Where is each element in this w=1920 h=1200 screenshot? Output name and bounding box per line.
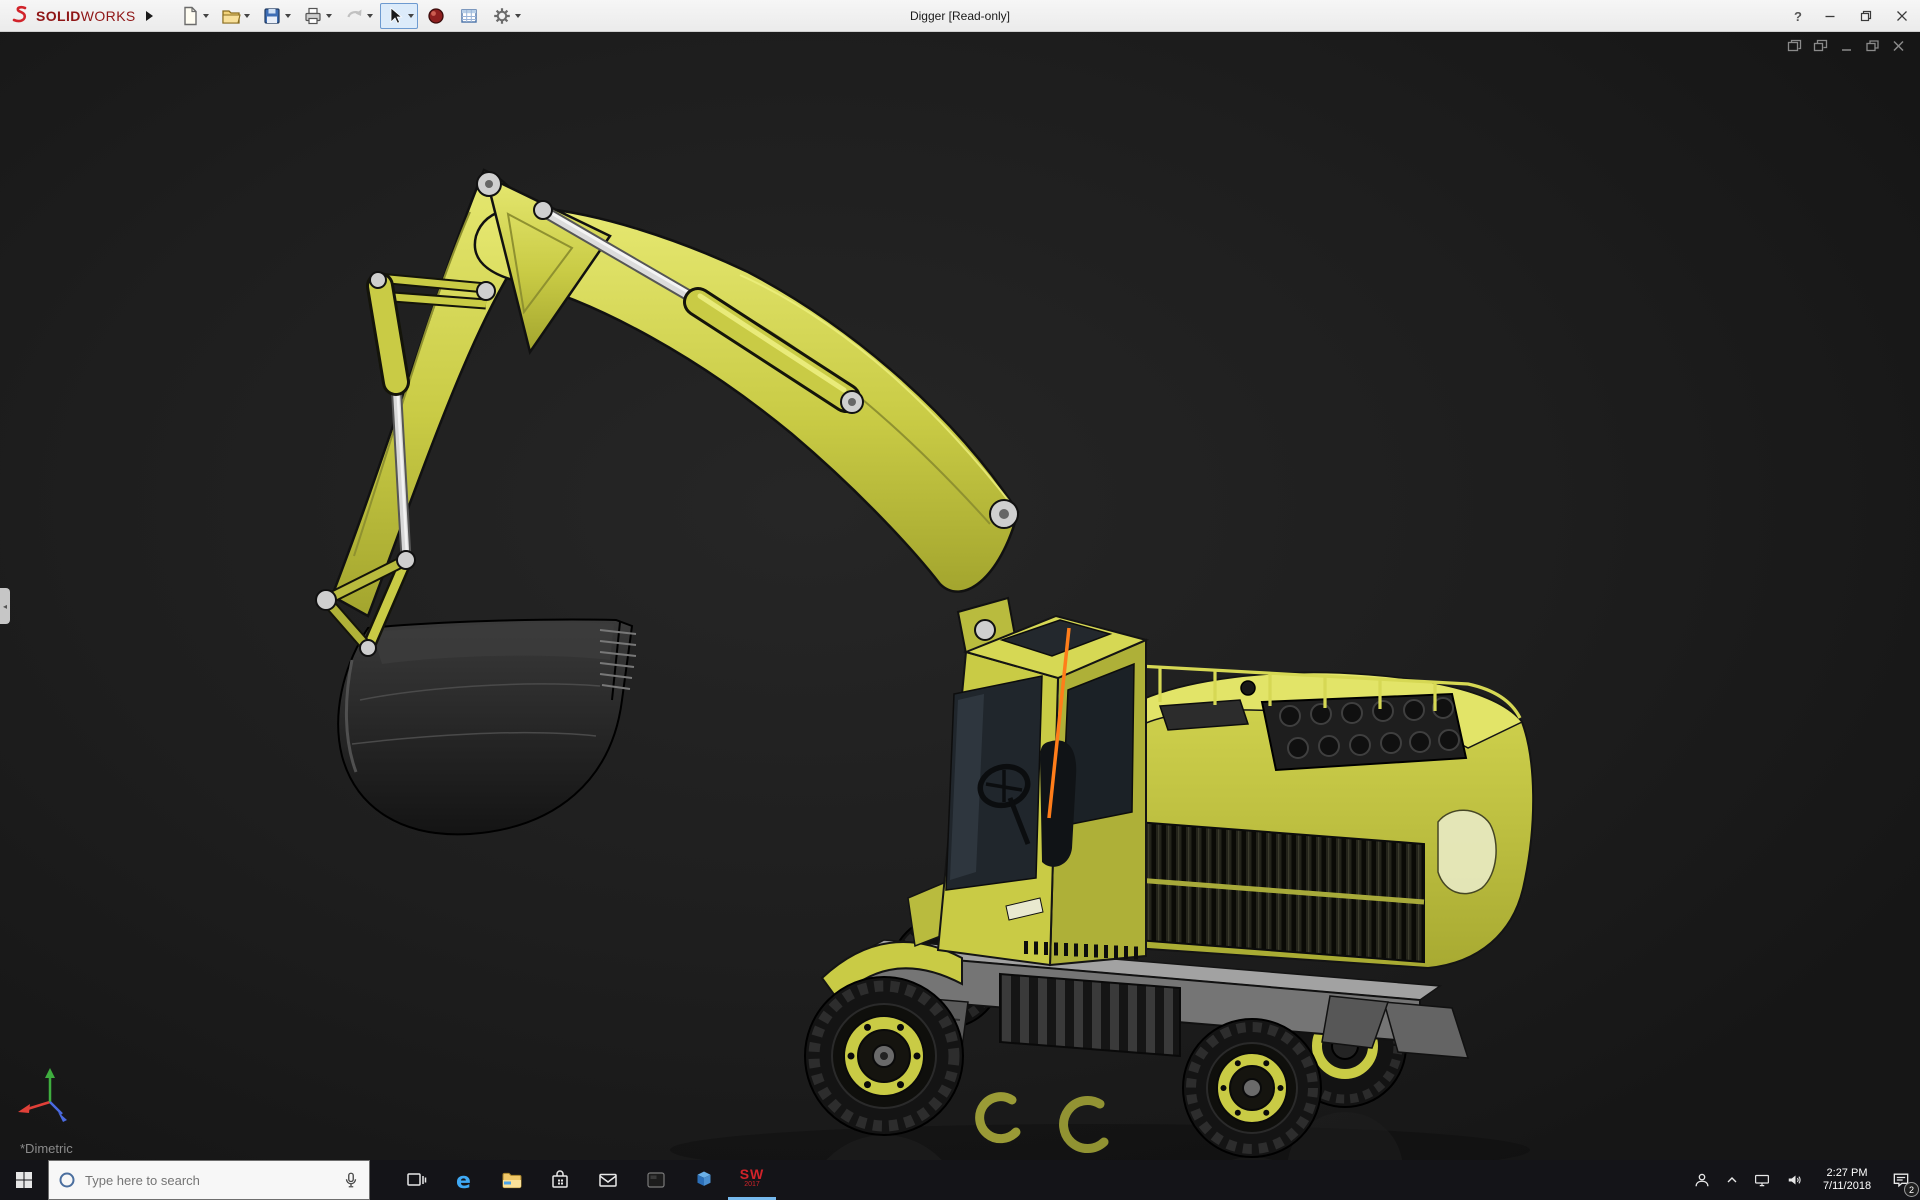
solidworks-logo: SOLIDWORKS	[0, 5, 136, 27]
system-tray: 2:27 PM 7/11/2018 2	[1692, 1160, 1920, 1200]
taskbar: e SW 201	[0, 1160, 1920, 1200]
doc-close-button[interactable]	[1891, 39, 1906, 53]
brand-light: WORKS	[80, 7, 136, 24]
feature-pane-collapse-tab[interactable]: ◂	[0, 588, 10, 624]
brand-text: SOLIDWORKS	[36, 8, 136, 24]
task-view-icon	[407, 1173, 427, 1186]
taskbar-clock[interactable]: 2:27 PM 7/11/2018	[1816, 1167, 1878, 1193]
task-view-button[interactable]	[392, 1160, 440, 1200]
mail-icon	[599, 1173, 617, 1187]
undo-button[interactable]	[339, 3, 377, 29]
dark-window-icon	[647, 1172, 665, 1188]
wheel-rear[interactable]	[1182, 1018, 1322, 1158]
volume-icon[interactable]	[1784, 1171, 1804, 1189]
file-explorer-icon	[502, 1172, 522, 1189]
graphics-viewport[interactable]: ◂ *Dimetric	[0, 32, 1920, 1160]
svg-text:e: e	[456, 1169, 471, 1193]
chevron-up-icon[interactable]	[1724, 1172, 1740, 1188]
chevron-down-icon[interactable]	[514, 13, 521, 18]
chevron-down-icon[interactable]	[407, 13, 414, 18]
select-tool-button[interactable]	[379, 2, 418, 29]
taskbar-app-dark-window[interactable]	[632, 1160, 680, 1200]
minimize-icon	[1825, 15, 1835, 18]
taskbar-app-mail[interactable]	[584, 1160, 632, 1200]
save-icon	[264, 7, 280, 24]
taskbar-search[interactable]	[48, 1160, 370, 1200]
open-icon	[222, 9, 241, 24]
floor-reflections	[670, 1112, 1530, 1160]
bucket[interactable]	[337, 618, 637, 836]
doc-minimize-button[interactable]	[1839, 39, 1854, 53]
search-input[interactable]	[85, 1172, 333, 1188]
gear-icon	[493, 7, 510, 24]
microphone-icon[interactable]	[342, 1170, 360, 1190]
print-icon	[305, 7, 321, 24]
engine-housing[interactable]	[1109, 664, 1535, 970]
options-button[interactable]	[487, 3, 525, 29]
minimize-button[interactable]	[1812, 0, 1848, 32]
chevron-down-icon[interactable]	[284, 13, 291, 18]
undo-icon	[347, 9, 362, 17]
open-button[interactable]	[216, 3, 254, 29]
windows-logo-icon	[16, 1172, 32, 1188]
document-window-controls	[1787, 39, 1906, 53]
notification-badge: 2	[1904, 1182, 1919, 1197]
network-icon[interactable]	[1752, 1171, 1772, 1189]
toolbar-flyout-arrow[interactable]	[145, 10, 153, 21]
action-center-button[interactable]: 2	[1890, 1170, 1919, 1197]
chevron-down-icon[interactable]	[325, 13, 332, 18]
design-table-button[interactable]	[454, 3, 484, 29]
brand-bold: SOLID	[36, 7, 81, 24]
start-button[interactable]	[0, 1160, 48, 1200]
chevron-down-icon[interactable]	[366, 13, 373, 18]
wheel-front[interactable]	[804, 976, 964, 1136]
rear-panel-highlight	[1437, 809, 1497, 895]
window-controls: ?	[1784, 0, 1920, 32]
help-button[interactable]: ?	[1784, 9, 1812, 24]
render-sphere-button[interactable]	[421, 3, 451, 29]
new-window-button[interactable]	[1787, 39, 1802, 53]
chevron-down-icon[interactable]	[243, 13, 250, 18]
boom-arm-assembly[interactable]	[315, 168, 1020, 836]
model-digger[interactable]	[0, 32, 1920, 1160]
design-table-icon	[460, 8, 477, 23]
people-icon[interactable]	[1692, 1170, 1712, 1190]
new-document-icon	[183, 6, 197, 25]
doc-restore-button[interactable]	[1865, 39, 1880, 53]
orientation-triad	[18, 1068, 67, 1122]
restore-button[interactable]	[1848, 0, 1884, 32]
cortana-icon	[59, 1172, 75, 1188]
restore-icon	[1860, 10, 1872, 22]
clock-time: 2:27 PM	[1826, 1167, 1868, 1179]
render-sphere-icon	[428, 7, 444, 24]
store-icon	[552, 1170, 568, 1188]
taskbar-app-solidworks[interactable]: SW 2017	[728, 1160, 776, 1200]
seat	[1040, 740, 1077, 867]
taskbar-app-edge[interactable]: e	[440, 1160, 488, 1200]
quick-access-toolbar	[175, 2, 525, 29]
close-icon	[1897, 11, 1907, 21]
cab[interactable]	[907, 614, 1150, 967]
solidworks-logo-icon	[12, 5, 27, 22]
taskbar-app-cube[interactable]	[680, 1160, 728, 1200]
new-document-button[interactable]	[175, 3, 213, 29]
cascade-button[interactable]	[1813, 39, 1828, 53]
side-grille[interactable]	[1109, 818, 1425, 964]
solidworks-app-label: SW	[739, 1166, 765, 1182]
clock-date: 7/11/2018	[1822, 1180, 1872, 1192]
cube-icon	[697, 1171, 711, 1186]
exhaust-cap	[1240, 680, 1256, 696]
save-button[interactable]	[257, 3, 295, 29]
view-orientation-label: *Dimetric	[20, 1141, 73, 1156]
chevron-down-icon[interactable]	[202, 13, 209, 18]
window-title: Digger [Read-only]	[909, 8, 1011, 23]
close-button[interactable]	[1884, 0, 1920, 32]
edge-icon: e	[456, 1169, 471, 1193]
print-button[interactable]	[298, 3, 336, 29]
stick-cylinder[interactable]	[533, 200, 864, 414]
taskbar-app-store	[536, 1160, 584, 1200]
title-bar: SOLIDWORKS Digger [Read-only] ?	[0, 0, 1920, 32]
taskbar-app-file-explorer[interactable]	[488, 1160, 536, 1200]
select-cursor-icon	[390, 6, 403, 24]
